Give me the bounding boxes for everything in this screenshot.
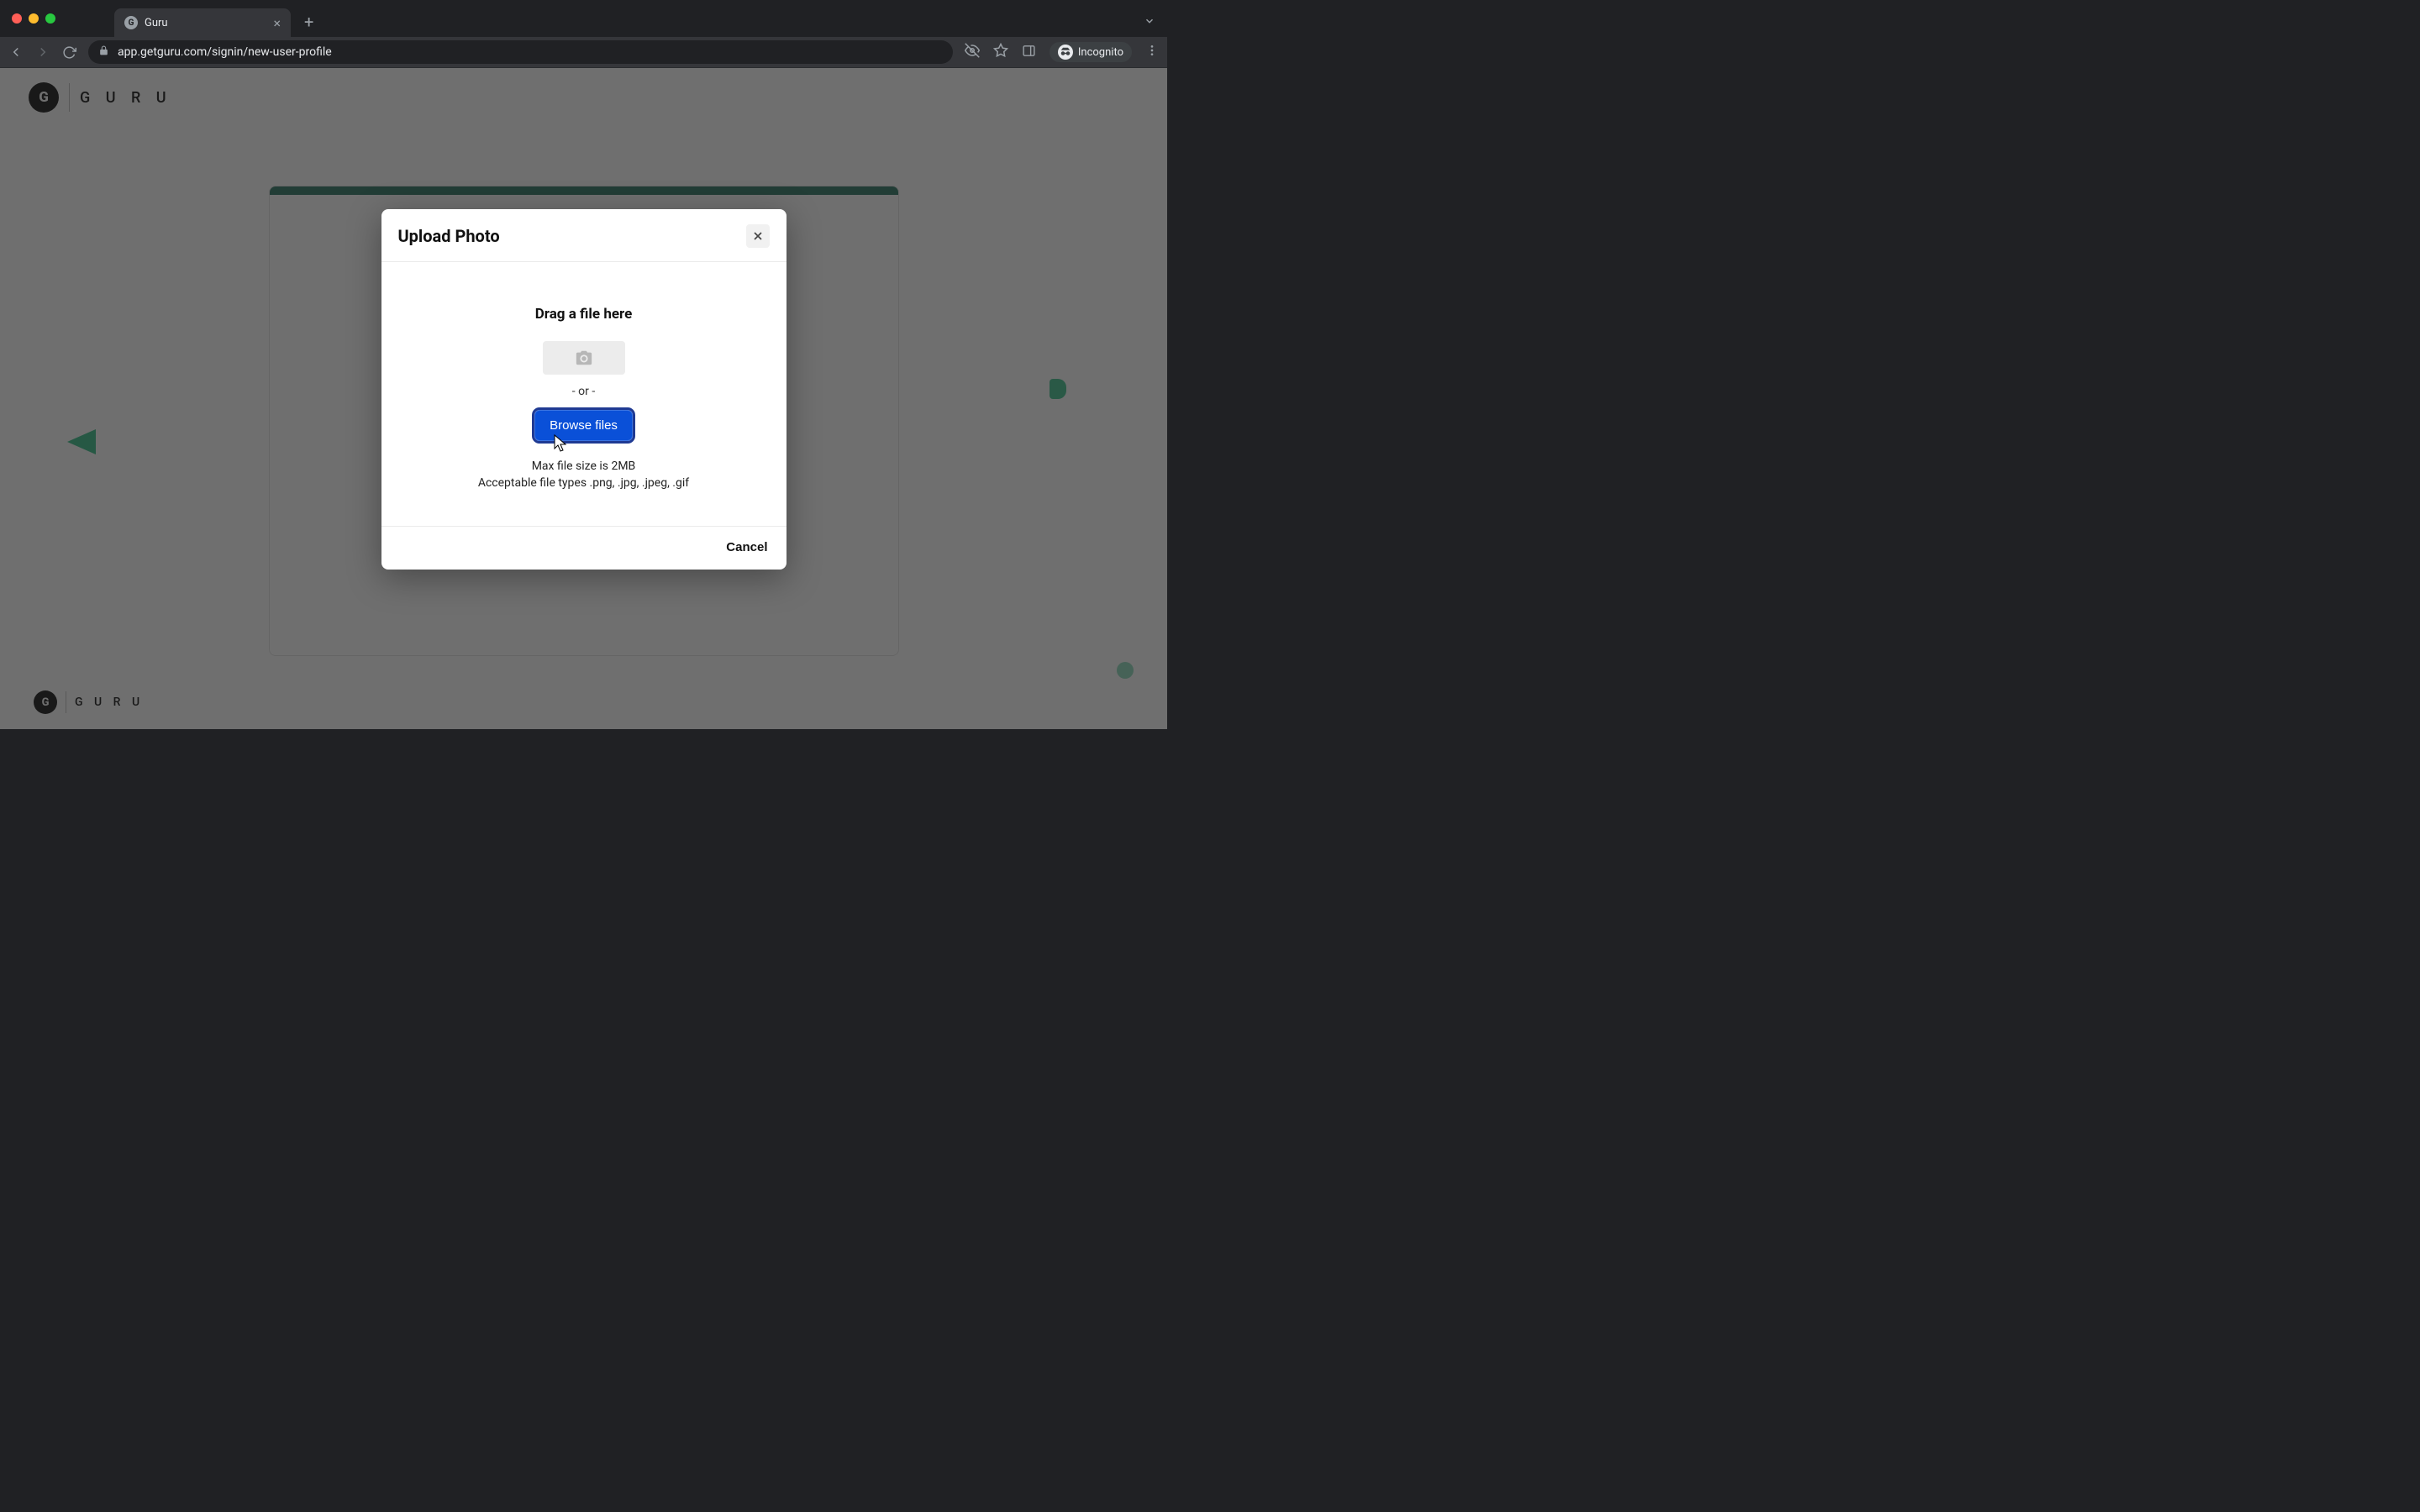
camera-icon — [575, 349, 593, 367]
lock-icon — [98, 45, 109, 60]
close-icon — [751, 229, 765, 243]
forward-button[interactable] — [35, 45, 50, 60]
browser-toolbar: app.getguru.com/signin/new-user-profile … — [0, 37, 1167, 68]
back-button[interactable] — [8, 45, 24, 60]
modal-footer: Cancel — [381, 527, 786, 570]
reload-button[interactable] — [62, 45, 76, 60]
max-size-text: Max file size is 2MB — [478, 458, 689, 475]
incognito-label: Incognito — [1078, 46, 1123, 59]
modal-title: Upload Photo — [398, 226, 500, 246]
browse-files-button[interactable]: Browse files — [534, 410, 633, 441]
panel-icon[interactable] — [1022, 44, 1036, 61]
upload-photo-modal: Upload Photo Drag a file here - or - Bro… — [381, 209, 786, 570]
upload-hints: Max file size is 2MB Acceptable file typ… — [478, 458, 689, 492]
tab-favicon: G — [124, 16, 138, 29]
new-tab-button[interactable]: + — [304, 12, 313, 32]
eye-off-icon[interactable] — [965, 43, 980, 61]
bookmark-star-icon[interactable] — [993, 43, 1008, 61]
file-types-text: Acceptable file types .png, .jpg, .jpeg,… — [478, 475, 689, 491]
or-separator-text: - or - — [572, 385, 595, 398]
browser-tab-strip: G Guru × + — [0, 0, 1167, 37]
tab-overflow-icon[interactable] — [1144, 14, 1155, 30]
tab-close-icon[interactable]: × — [273, 15, 281, 31]
modal-close-button[interactable] — [746, 224, 770, 248]
window-close-button[interactable] — [12, 13, 22, 24]
window-minimize-button[interactable] — [29, 13, 39, 24]
modal-body[interactable]: Drag a file here - or - Browse files Max… — [381, 262, 786, 527]
macos-traffic-lights — [12, 13, 55, 24]
window-zoom-button[interactable] — [45, 13, 55, 24]
tab-title: Guru — [145, 17, 168, 29]
url-text: app.getguru.com/signin/new-user-profile — [118, 45, 332, 59]
modal-header: Upload Photo — [381, 209, 786, 262]
kebab-menu-icon[interactable] — [1145, 44, 1159, 60]
toolbar-actions: Incognito — [965, 42, 1159, 62]
cancel-button[interactable]: Cancel — [726, 540, 767, 554]
incognito-icon — [1058, 45, 1073, 60]
browser-tab[interactable]: G Guru × — [114, 8, 291, 37]
incognito-badge[interactable]: Incognito — [1050, 42, 1132, 62]
app-viewport: G G U R U G G U R U Upload Photo Drag a … — [0, 68, 1167, 729]
address-bar[interactable]: app.getguru.com/signin/new-user-profile — [88, 40, 953, 64]
drag-file-heading: Drag a file here — [535, 306, 633, 323]
photo-placeholder — [543, 341, 625, 375]
